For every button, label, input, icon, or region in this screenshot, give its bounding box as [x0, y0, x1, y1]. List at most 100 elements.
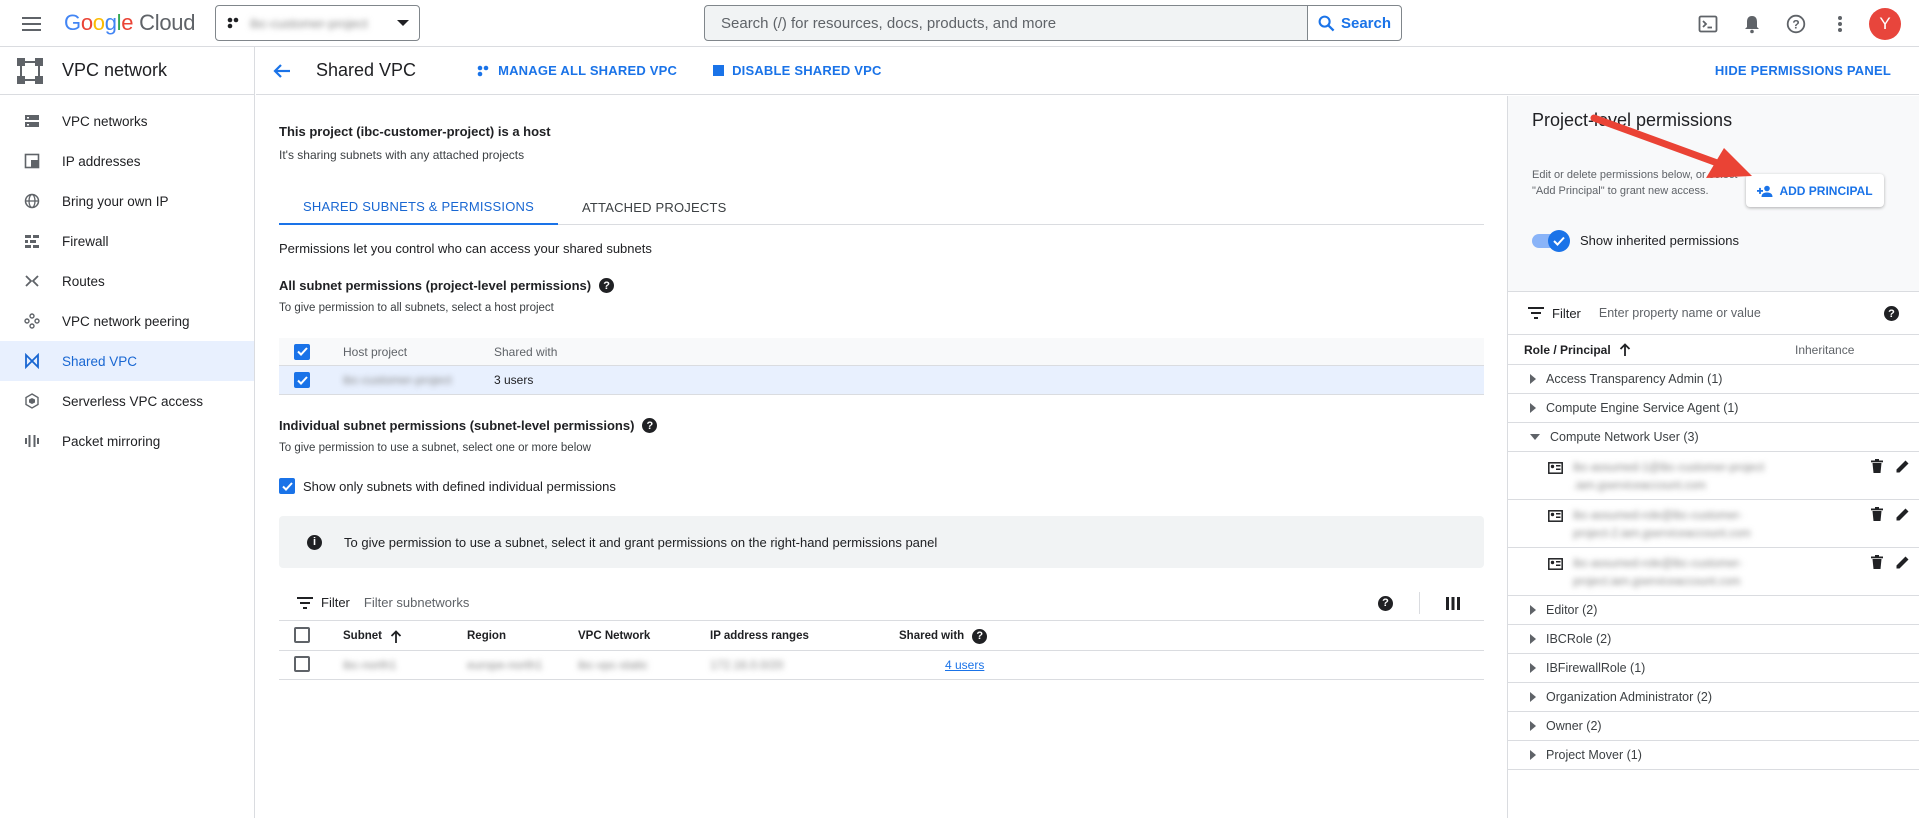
add-principal-button[interactable]: ADD PRINCIPAL — [1746, 174, 1884, 207]
role-row[interactable]: Compute Engine Service Agent (1) — [1508, 394, 1919, 423]
packet-mirroring-icon — [22, 431, 42, 451]
google-cloud-logo[interactable]: Google Cloud — [64, 10, 195, 36]
shared-with-link[interactable]: 4 users — [945, 658, 984, 672]
show-inherited-toggle-row: Show inherited permissions — [1532, 230, 1739, 252]
delete-icon[interactable] — [1869, 554, 1885, 570]
chevron-down-icon — [397, 20, 409, 26]
avatar[interactable]: Y — [1869, 8, 1901, 40]
table-header: Subnet Region VPC Network IP address ran… — [279, 622, 1484, 651]
permissions-filter-input[interactable] — [1598, 306, 1849, 320]
service-account-icon — [1548, 558, 1563, 570]
role-row[interactable]: Editor (2) — [1508, 596, 1919, 625]
peering-icon — [22, 311, 42, 331]
show-only-checkbox[interactable] — [279, 478, 295, 494]
permissions-panel-title: Project-level permissions — [1532, 110, 1733, 130]
principal-row: ibc-assumed-role@ibc-customer-project.ia… — [1508, 548, 1919, 596]
host-subtitle: It's sharing subnets with any attached p… — [279, 148, 525, 162]
edit-icon[interactable] — [1895, 506, 1911, 522]
search-button[interactable]: Search — [1307, 6, 1401, 40]
search-bar: Search — [704, 5, 1402, 41]
sidebar-item-vpc-networks[interactable]: VPC networks — [0, 101, 254, 141]
tabs: SHARED SUBNETS & PERMISSIONS ATTACHED PR… — [279, 189, 1484, 225]
role-row[interactable]: Compute Network User (3) — [1508, 423, 1919, 452]
globe-icon — [22, 191, 42, 211]
ip-addresses-icon — [22, 151, 42, 171]
sidebar-item-shared-vpc[interactable]: Shared VPC — [0, 341, 254, 381]
hamburger-menu-icon[interactable] — [20, 12, 44, 36]
service-account-icon — [1548, 462, 1563, 474]
expand-icon — [1530, 750, 1536, 760]
select-all-checkbox[interactable] — [294, 626, 310, 643]
role-row[interactable]: Owner (2) — [1508, 712, 1919, 741]
sidebar-item-serverless-vpc-access[interactable]: Serverless VPC access — [0, 381, 254, 421]
vpc-networks-icon — [22, 111, 42, 131]
bell-icon[interactable] — [1737, 9, 1767, 39]
row-checkbox[interactable] — [294, 655, 310, 672]
sidebar-item-vpc-network-peering[interactable]: VPC network peering — [0, 301, 254, 341]
row-checkbox[interactable] — [294, 372, 310, 388]
person-add-icon — [1757, 185, 1773, 197]
search-input[interactable] — [705, 6, 1307, 40]
expand-icon — [1530, 721, 1536, 731]
edit-icon[interactable] — [1895, 458, 1911, 474]
help-icon[interactable]: ? — [1781, 9, 1811, 39]
disable-shared-vpc-button[interactable]: DISABLE SHARED VPC — [713, 63, 882, 78]
select-all-checkbox[interactable] — [294, 343, 310, 360]
back-arrow-icon[interactable] — [270, 59, 294, 83]
subnet-table: Subnet Region VPC Network IP address ran… — [279, 622, 1484, 680]
show-inherited-toggle[interactable] — [1532, 230, 1570, 252]
expand-icon — [1530, 374, 1536, 384]
all-subnet-subtitle: To give permission to all subnets, selec… — [279, 302, 554, 314]
host-project-table: Host project Shared with ibc-customer-pr… — [279, 338, 1484, 395]
shared-vpc-icon — [22, 351, 42, 371]
subnet-filter-bar: Filter ? — [279, 585, 1484, 621]
role-row[interactable]: Organization Administrator (2) — [1508, 683, 1919, 712]
filter-icon — [1528, 307, 1544, 319]
page-title: Shared VPC — [316, 60, 417, 80]
tab-shared-subnets[interactable]: SHARED SUBNETS & PERMISSIONS — [279, 189, 558, 225]
column-display-icon[interactable] — [1446, 596, 1460, 610]
expand-icon — [1530, 663, 1536, 673]
routes-icon — [22, 271, 42, 291]
help-icon[interactable]: ? — [599, 278, 615, 293]
help-icon[interactable]: ? — [1378, 595, 1393, 611]
principal-row: ibc-assumed-role@ibc-customer-project-2.… — [1508, 500, 1919, 548]
show-only-filter[interactable]: Show only subnets with defined individua… — [279, 478, 616, 494]
manage-all-shared-vpc-button[interactable]: MANAGE ALL SHARED VPC — [476, 63, 677, 78]
shared-with-count: 3 users — [494, 373, 534, 387]
role-row[interactable]: Access Transparency Admin (1) — [1508, 365, 1919, 394]
tab-attached-projects[interactable]: ATTACHED PROJECTS — [558, 189, 750, 225]
project-picker[interactable]: ibc-customer-project — [215, 5, 420, 41]
help-icon[interactable]: ? — [1884, 306, 1899, 321]
expand-icon — [1530, 403, 1536, 413]
sidebar-item-firewall[interactable]: Firewall — [0, 221, 254, 261]
help-icon[interactable]: ? — [642, 418, 658, 433]
permissions-table-header: Role / Principal Inheritance — [1508, 335, 1919, 365]
delete-icon[interactable] — [1869, 458, 1885, 474]
expand-icon — [1530, 605, 1536, 615]
sidebar-item-packet-mirroring[interactable]: Packet mirroring — [0, 421, 254, 461]
subnet-column-header[interactable]: Subnet — [343, 629, 467, 643]
terminal-icon[interactable] — [1693, 9, 1723, 39]
subnet-filter-input[interactable] — [363, 595, 1064, 610]
delete-icon[interactable] — [1869, 506, 1885, 522]
info-banner: i To give permission to use a subnet, se… — [279, 516, 1484, 568]
individual-subnet-heading: Individual subnet permissions (subnet-le… — [279, 418, 658, 433]
project-name: ibc-customer-project — [250, 15, 368, 31]
role-row[interactable]: Project Mover (1) — [1508, 741, 1919, 770]
help-icon[interactable]: ? — [972, 628, 988, 644]
role-row[interactable]: IBCRole (2) — [1508, 625, 1919, 654]
sidebar-title: VPC network — [62, 60, 168, 80]
table-row[interactable]: ibc-customer-project 3 users — [279, 366, 1484, 395]
firewall-icon — [22, 231, 42, 251]
table-row[interactable]: ibc-north1 europe-north1 ibc-vpc-static … — [279, 651, 1484, 680]
more-vert-icon[interactable] — [1825, 9, 1855, 39]
hide-permissions-panel-button[interactable]: HIDE PERMISSIONS PANEL — [1715, 63, 1891, 78]
sort-up-icon — [390, 629, 402, 643]
sidebar-item-routes[interactable]: Routes — [0, 261, 254, 301]
sidebar-item-bring-your-own-ip[interactable]: Bring your own IP — [0, 181, 254, 221]
role-row[interactable]: IBFirewallRole (1) — [1508, 654, 1919, 683]
edit-icon[interactable] — [1895, 554, 1911, 570]
sidebar-item-ip-addresses[interactable]: IP addresses — [0, 141, 254, 181]
main-content: This project (ibc-customer-project) is a… — [256, 96, 1507, 818]
